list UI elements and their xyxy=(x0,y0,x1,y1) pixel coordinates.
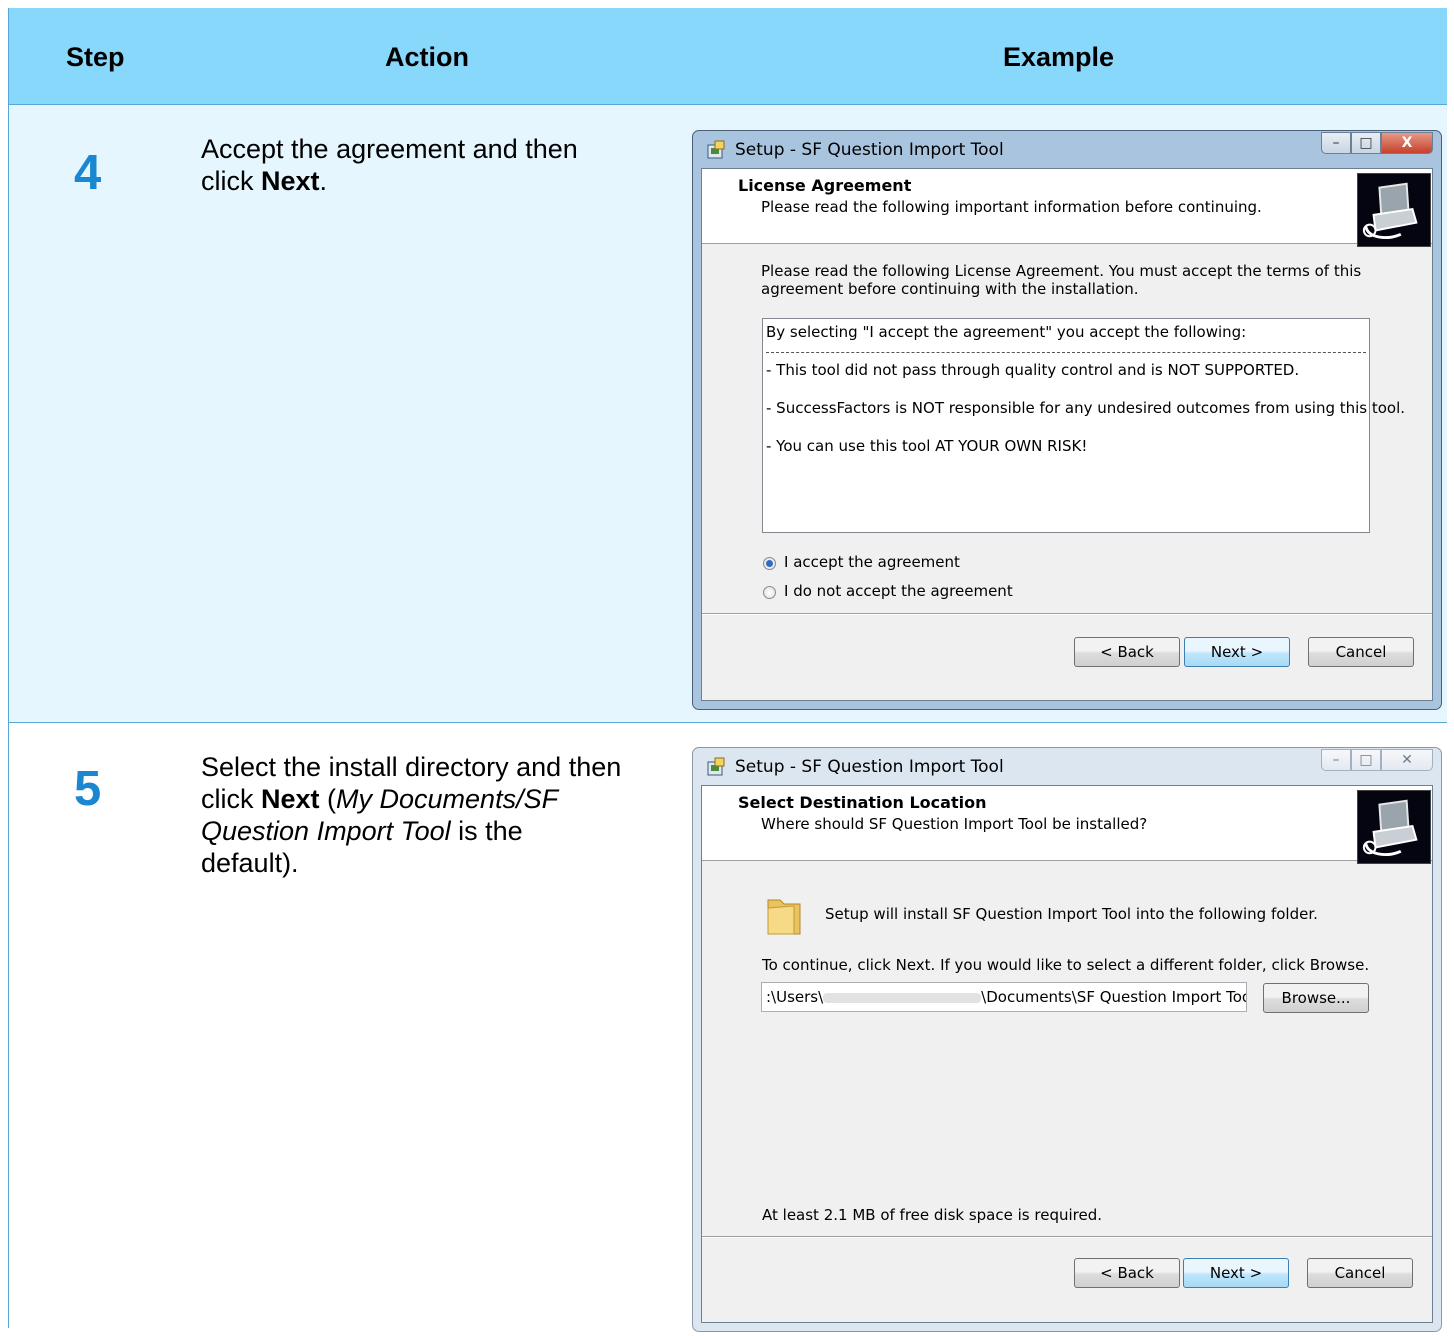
window-title: Setup - SF Question Import Tool xyxy=(735,140,1004,160)
table-row: 4 Accept the agreement and then click Ne… xyxy=(9,105,1447,723)
license-line: - You can use this tool AT YOUR OWN RISK… xyxy=(766,437,1088,455)
continue-instructions: To continue, click Next. If you would li… xyxy=(762,956,1370,974)
install-path-input[interactable]: :\Users\ \Documents\SF Question Import To… xyxy=(761,982,1247,1012)
maximize-icon[interactable]: □ xyxy=(1351,132,1381,154)
page-title: Select Destination Location xyxy=(738,793,987,812)
cancel-button[interactable]: Cancel xyxy=(1308,637,1414,667)
intro-text-line1: Please read the following License Agreem… xyxy=(761,262,1362,280)
step-action: Select the install directory and then cl… xyxy=(201,752,622,878)
close-icon[interactable]: X xyxy=(1381,132,1433,154)
page-subtitle: Please read the following important info… xyxy=(761,198,1262,216)
license-line: - This tool did not pass through quality… xyxy=(766,361,1300,379)
page-subtitle: Where should SF Question Import Tool be … xyxy=(761,815,1148,833)
header-action: Action xyxy=(385,42,469,72)
wizard-page: Select Destination Location Where should… xyxy=(701,785,1433,1323)
decline-radio-label[interactable]: I do not accept the agreement xyxy=(784,582,1013,600)
wizard-header: License Agreement Please read the follow… xyxy=(702,169,1432,247)
intro-text-line2: agreement before continuing with the ins… xyxy=(761,280,1139,298)
back-button[interactable]: < Back xyxy=(1074,637,1180,667)
window-title: Setup - SF Question Import Tool xyxy=(735,757,1004,777)
step-action: Accept the agreement and then click Next… xyxy=(201,134,578,196)
footer-divider xyxy=(702,1236,1432,1238)
installer-computer-icon xyxy=(1357,173,1431,247)
license-divider xyxy=(766,352,1366,353)
minimize-icon[interactable]: – xyxy=(1321,132,1351,154)
footer-divider xyxy=(702,613,1432,615)
accept-radio-label[interactable]: I accept the agreement xyxy=(784,553,960,571)
instruction-table: Step Action Example 4 Accept the agreeme… xyxy=(8,8,1447,1332)
cancel-button[interactable]: Cancel xyxy=(1307,1258,1413,1288)
page-title: License Agreement xyxy=(738,176,912,195)
folder-description: Setup will install SF Question Import To… xyxy=(825,905,1318,923)
license-dialog: Setup - SF Question Import Tool – □ X Li… xyxy=(692,130,1442,710)
back-button[interactable]: < Back xyxy=(1074,1258,1180,1288)
license-line: By selecting "I accept the agreement" yo… xyxy=(766,323,1247,341)
accept-radio[interactable] xyxy=(763,557,776,570)
minimize-icon[interactable]: – xyxy=(1321,749,1351,771)
redacted-username xyxy=(823,992,982,1003)
title-bar[interactable]: Setup - SF Question Import Tool – □ X xyxy=(693,131,1441,167)
decline-radio[interactable] xyxy=(763,586,776,599)
close-icon[interactable]: ✕ xyxy=(1381,749,1433,771)
maximize-icon[interactable]: □ xyxy=(1351,749,1381,771)
browse-button[interactable]: Browse... xyxy=(1263,983,1369,1013)
installer-computer-icon xyxy=(1357,790,1431,864)
destination-dialog: Setup - SF Question Import Tool – □ ✕ Se… xyxy=(692,747,1442,1332)
title-bar[interactable]: Setup - SF Question Import Tool – □ ✕ xyxy=(693,748,1441,784)
setup-app-icon xyxy=(707,757,725,776)
table-row: 5 Select the install directory and then … xyxy=(9,723,1447,1332)
setup-app-icon xyxy=(707,140,725,159)
license-line: - SuccessFactors is NOT responsible for … xyxy=(766,399,1406,417)
header-example: Example xyxy=(1003,42,1115,72)
next-button[interactable]: Next > xyxy=(1184,637,1290,667)
step-number: 4 xyxy=(74,146,102,200)
step-number: 5 xyxy=(74,762,102,816)
wizard-header: Select Destination Location Where should… xyxy=(702,786,1432,864)
table-header: Step Action Example xyxy=(9,8,1447,105)
header-step: Step xyxy=(66,42,125,72)
folder-icon xyxy=(767,899,801,935)
next-button[interactable]: Next > xyxy=(1183,1258,1289,1288)
disk-space-note: At least 2.1 MB of free disk space is re… xyxy=(762,1206,1102,1224)
license-text-box[interactable]: By selecting "I accept the agreement" yo… xyxy=(762,318,1405,533)
wizard-page: License Agreement Please read the follow… xyxy=(701,168,1433,701)
